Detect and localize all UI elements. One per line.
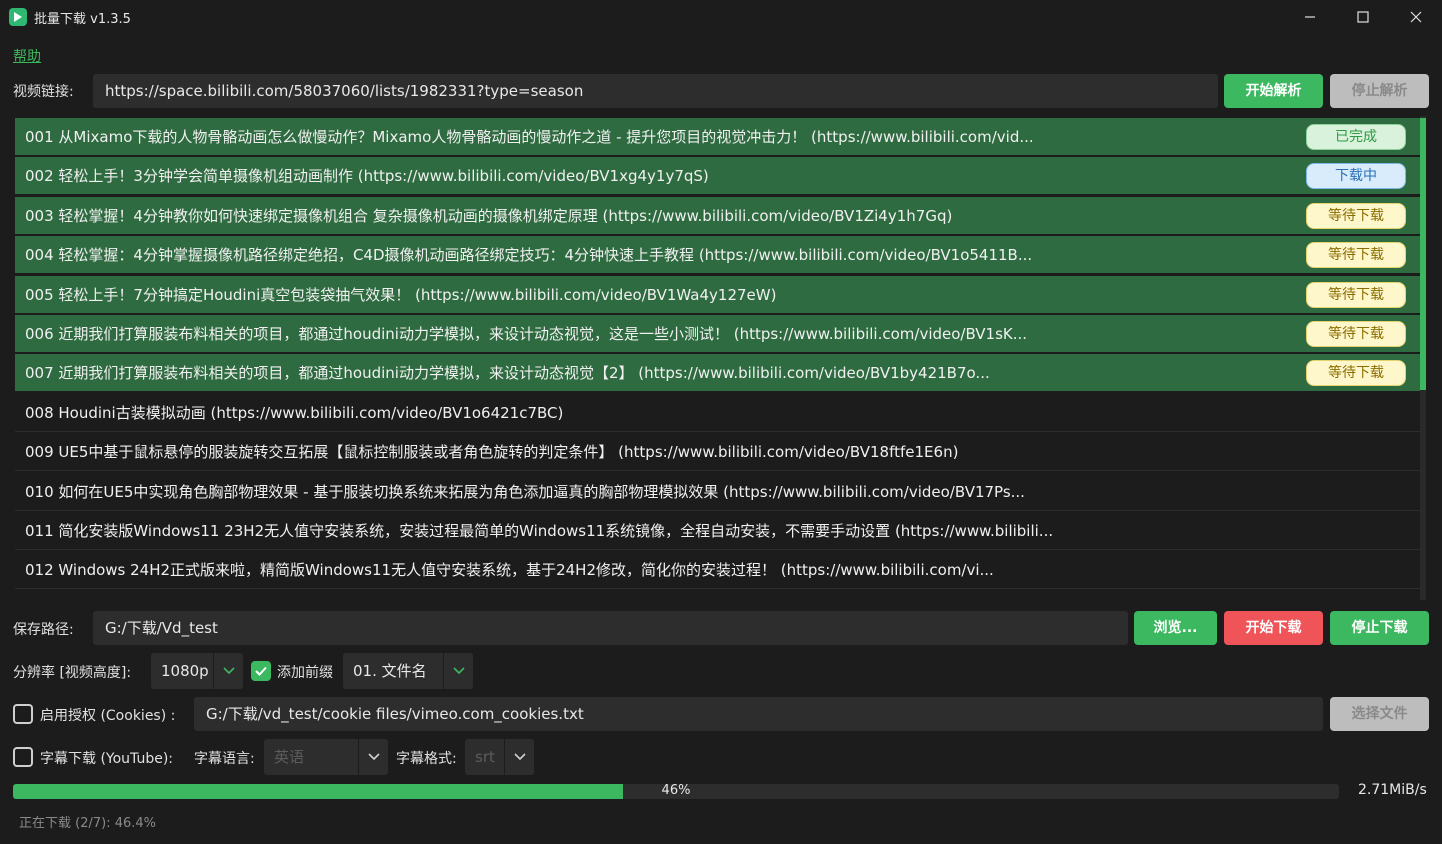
- video-list-item[interactable]: 006 近期我们打算服装布料相关的项目，都通过houdini动力学模拟，来设计动…: [15, 315, 1420, 353]
- video-list-item[interactable]: 012 Windows 24H2正式版来啦，精简版Windows11无人值守安装…: [15, 551, 1420, 590]
- subtitle-format-label: 字幕格式:: [396, 751, 457, 767]
- video-title: 006 近期我们打算服装布料相关的项目，都通过houdini动力学模拟，来设计动…: [25, 325, 1028, 343]
- save-path-input[interactable]: G:/下载/Vd_test: [93, 611, 1128, 645]
- status-badge: 下载中: [1306, 163, 1406, 190]
- video-list-item[interactable]: 009 UE5中基于鼠标悬停的服装旋转交互拓展【鼠标控制服装或者角色旋转的判定条…: [15, 433, 1420, 472]
- stop-parse-button[interactable]: 停止解析: [1330, 74, 1429, 108]
- status-text: 正在下载 (2/7): 46.4%: [19, 816, 157, 831]
- video-title: 010 如何在UE5中实现角色胸部物理效果 - 基于服装切换系统来拓展为角色添加…: [25, 482, 1025, 501]
- video-title: 009 UE5中基于鼠标悬停的服装旋转交互拓展【鼠标控制服装或者角色旋转的判定条…: [25, 443, 959, 462]
- subtitles-label: 字幕下载 (YouTube):: [40, 751, 174, 767]
- resolution-value: 1080p: [161, 662, 209, 680]
- close-button[interactable]: [1389, 0, 1442, 34]
- prefix-label: 添加前缀: [277, 665, 333, 681]
- subtitle-language-label: 字幕语言:: [194, 751, 255, 767]
- video-list-item[interactable]: 007 近期我们打算服装布料相关的项目，都通过houdini动力学模拟，来设计动…: [15, 354, 1420, 393]
- status-badge: 等待下载: [1306, 281, 1406, 308]
- subtitle-format-select[interactable]: srt: [465, 739, 534, 775]
- subtitles-checkbox[interactable]: [13, 747, 33, 767]
- video-title: 003 轻松掌握！4分钟教你如何快速绑定摄像机组合 复杂摄像机动画的摄像机绑定原…: [25, 206, 953, 225]
- prefix-format-value: 01. 文件名: [353, 662, 427, 680]
- window-title: 批量下载 v1.3.5: [34, 12, 131, 27]
- start-download-button[interactable]: 开始下载: [1224, 611, 1323, 645]
- video-title: 001 从Mixamo下载的人物骨骼动画怎么做慢动作？Mixamo人物骨骼动画的…: [25, 128, 1034, 146]
- chevron-down-icon[interactable]: [443, 653, 473, 689]
- video-url-input[interactable]: https://space.bilibili.com/58037060/list…: [93, 74, 1218, 108]
- app-logo-icon: [9, 8, 27, 26]
- video-title: 002 轻松上手！3分钟学会简单摄像机组动画制作 (https://www.bi…: [25, 167, 709, 186]
- video-title: 005 轻松上手！7分钟搞定Houdini真空包装袋抽气效果！ (https:/…: [25, 285, 777, 304]
- minimize-button[interactable]: [1283, 0, 1337, 34]
- video-title: 008 Houdini古装模拟动画 (https://www.bilibili.…: [25, 403, 564, 422]
- subtitle-language-value: 英语: [274, 748, 305, 766]
- video-list[interactable]: 001 从Mixamo下载的人物骨骼动画怎么做慢动作？Mixamo人物骨骼动画的…: [15, 116, 1429, 600]
- maximize-button[interactable]: [1336, 0, 1390, 34]
- status-badge: 等待下载: [1306, 321, 1406, 347]
- status-badge: 等待下载: [1306, 360, 1406, 387]
- subtitle-language-select[interactable]: 英语: [264, 739, 388, 775]
- title-bar: 批量下载 v1.3.5: [0, 0, 1442, 34]
- help-menu[interactable]: 帮助: [13, 46, 41, 66]
- resolution-select[interactable]: 1080p: [151, 653, 243, 689]
- start-parse-button[interactable]: 开始解析: [1224, 74, 1323, 108]
- stop-download-button[interactable]: 停止下载: [1330, 611, 1429, 645]
- status-badge: 已完成: [1306, 124, 1406, 150]
- video-list-item[interactable]: 011 简化安装版Windows11 23H2无人值守安装系统，安装过程最简单的…: [15, 512, 1420, 550]
- video-url-label: 视频链接:: [13, 84, 74, 100]
- browse-button[interactable]: 浏览...: [1134, 611, 1217, 645]
- resolution-label: 分辨率 [视频高度]:: [13, 665, 132, 681]
- video-list-item[interactable]: 005 轻松上手！7分钟搞定Houdini真空包装袋抽气效果！ (https:/…: [15, 275, 1420, 314]
- prefix-checkbox[interactable]: [251, 661, 271, 681]
- prefix-format-select[interactable]: 01. 文件名: [343, 653, 473, 689]
- choose-file-button[interactable]: 选择文件: [1330, 697, 1429, 731]
- video-title: 004 轻松掌握：4分钟掌握摄像机路径绑定绝招，C4D摄像机动画路径绑定技巧：4…: [25, 246, 1033, 265]
- cookies-file-input[interactable]: G:/下载/vd_test/cookie files/vimeo.com_coo…: [194, 697, 1323, 731]
- subtitle-format-value: srt: [475, 748, 495, 766]
- video-title: 012 Windows 24H2正式版来啦，精简版Windows11无人值守安装…: [25, 561, 994, 580]
- status-badge: 等待下载: [1306, 202, 1406, 229]
- video-title: 007 近期我们打算服装布料相关的项目，都通过houdini动力学模拟，来设计动…: [25, 364, 990, 383]
- list-scrollbar-thumb[interactable]: [1420, 118, 1426, 390]
- chevron-down-icon[interactable]: [213, 653, 243, 689]
- save-path-label: 保存路径:: [13, 622, 74, 638]
- cookies-checkbox[interactable]: [13, 704, 33, 724]
- chevron-down-icon[interactable]: [504, 739, 534, 775]
- video-list-item[interactable]: 001 从Mixamo下载的人物骨骼动画怎么做慢动作？Mixamo人物骨骼动画的…: [15, 118, 1420, 156]
- cookies-label: 启用授权 (Cookies) :: [40, 708, 176, 724]
- chevron-down-icon[interactable]: [358, 739, 388, 775]
- download-speed: 2.71MiB/s: [1358, 782, 1427, 798]
- video-list-item[interactable]: 010 如何在UE5中实现角色胸部物理效果 - 基于服装切换系统来拓展为角色添加…: [15, 473, 1420, 511]
- video-list-item[interactable]: 004 轻松掌握：4分钟掌握摄像机路径绑定绝招，C4D摄像机动画路径绑定技巧：4…: [15, 236, 1420, 275]
- status-badge: 等待下载: [1306, 242, 1406, 269]
- video-title: 011 简化安装版Windows11 23H2无人值守安装系统，安装过程最简单的…: [25, 522, 1054, 540]
- video-list-item[interactable]: 008 Houdini古装模拟动画 (https://www.bilibili.…: [15, 394, 1420, 432]
- video-list-item[interactable]: 003 轻松掌握！4分钟教你如何快速绑定摄像机组合 复杂摄像机动画的摄像机绑定原…: [15, 196, 1420, 235]
- progress-percent-text: 46%: [661, 783, 691, 798]
- video-list-item[interactable]: 002 轻松上手！3分钟学会简单摄像机组动画制作 (https://www.bi…: [15, 157, 1420, 196]
